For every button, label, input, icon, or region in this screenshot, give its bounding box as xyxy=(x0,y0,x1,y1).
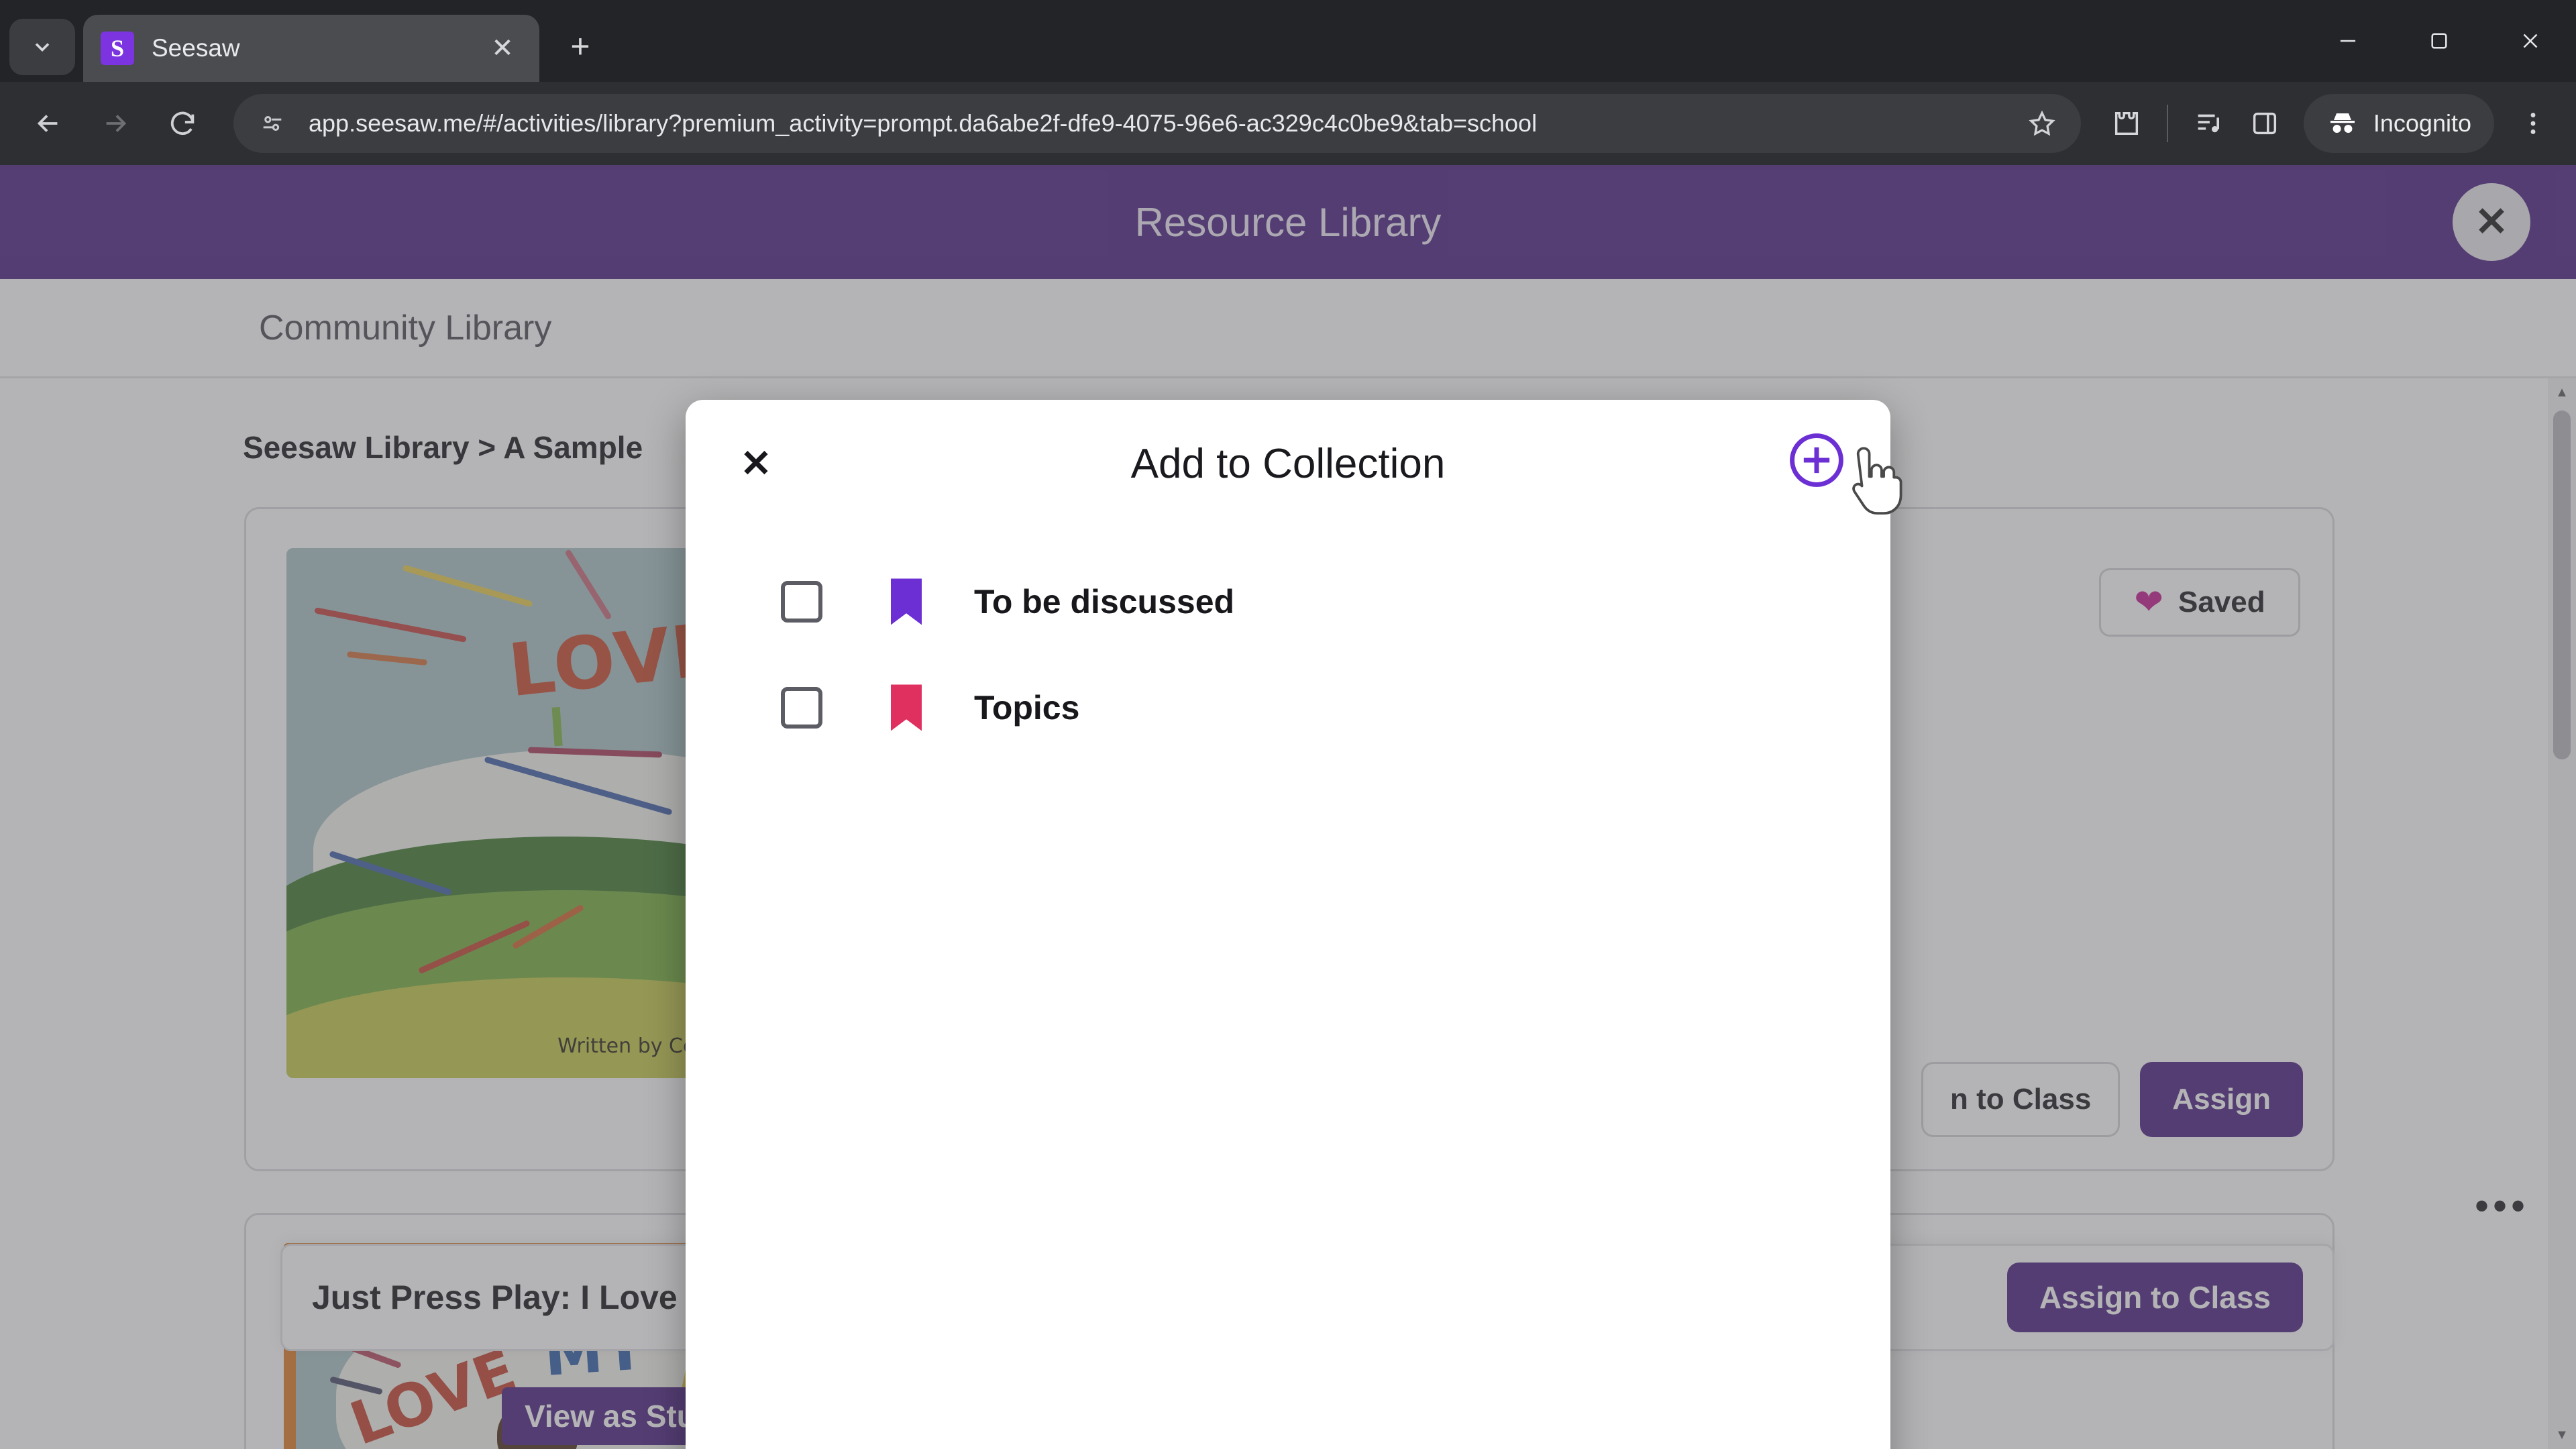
modal-title: Add to Collection xyxy=(1130,440,1446,487)
page-content: Resource Library ✕ Community Library See… xyxy=(0,165,2576,1449)
modal-close-button[interactable]: ✕ xyxy=(730,437,782,490)
media-control-icon xyxy=(2198,114,2219,133)
new-tab-button[interactable]: + xyxy=(554,20,606,72)
bookmark-button[interactable] xyxy=(2023,105,2061,142)
window-controls xyxy=(2302,0,2576,82)
tab-close-button[interactable]: ✕ xyxy=(483,29,522,68)
add-to-collection-modal: ✕ Add to Collection To be discussed Topi… xyxy=(686,400,1890,1449)
window-close-button[interactable] xyxy=(2485,0,2576,82)
collection-label: To be discussed xyxy=(974,583,1235,621)
list-item[interactable]: To be discussed xyxy=(686,549,1890,655)
collection-label: Topics xyxy=(974,689,1080,727)
reload-icon xyxy=(170,111,195,136)
incognito-indicator[interactable]: Incognito xyxy=(2303,94,2494,153)
bookmark-icon xyxy=(891,684,922,731)
address-bar[interactable]: app.seesaw.me/#/activities/library?premi… xyxy=(233,94,2081,153)
browser-window: S Seesaw ✕ + app.seesaw.me/#/activities/… xyxy=(0,0,2576,1449)
minimize-button[interactable] xyxy=(2302,0,2394,82)
modal-header: ✕ Add to Collection xyxy=(686,400,1890,527)
extensions-button[interactable] xyxy=(2098,95,2155,152)
browser-tab-seesaw[interactable]: S Seesaw ✕ xyxy=(83,15,539,82)
browser-toolbar: app.seesaw.me/#/activities/library?premi… xyxy=(0,82,2576,165)
tab-favicon: S xyxy=(101,32,134,65)
side-panel-icon xyxy=(2253,112,2276,135)
side-panel-button[interactable] xyxy=(2237,95,2293,152)
forward-button[interactable] xyxy=(82,90,149,157)
tab-title: Seesaw xyxy=(152,34,240,62)
maximize-icon xyxy=(2431,33,2447,49)
window-close-icon xyxy=(2523,34,2538,48)
toolbar-divider xyxy=(2166,105,2168,142)
tab-strip: S Seesaw ✕ + xyxy=(0,0,2576,82)
url-text: app.seesaw.me/#/activities/library?premi… xyxy=(309,109,1538,137)
extensions-icon xyxy=(2114,111,2138,136)
incognito-label: Incognito xyxy=(2373,109,2471,137)
three-dot-menu-icon xyxy=(2530,113,2536,134)
collection-checkbox[interactable] xyxy=(781,687,822,729)
media-control-button[interactable] xyxy=(2180,95,2237,152)
favicon-letter: S xyxy=(110,35,125,62)
incognito-icon xyxy=(2330,113,2355,133)
star-icon xyxy=(2029,110,2055,136)
collection-checkbox[interactable] xyxy=(781,581,822,623)
bookmark-icon xyxy=(891,578,922,625)
new-collection-button[interactable] xyxy=(1786,429,1847,491)
minimize-icon xyxy=(2340,40,2356,42)
chevron-down-icon xyxy=(35,43,50,52)
reload-button[interactable] xyxy=(149,90,216,157)
tab-search-button[interactable] xyxy=(9,19,75,75)
plus-circle-icon xyxy=(1790,433,1843,487)
back-arrow-icon xyxy=(37,115,58,132)
browser-menu-button[interactable] xyxy=(2505,95,2561,152)
forward-arrow-icon xyxy=(106,115,127,132)
collection-list: To be discussed Topics xyxy=(686,527,1890,761)
list-item[interactable]: Topics xyxy=(686,655,1890,761)
site-settings-button[interactable] xyxy=(254,105,291,142)
back-button[interactable] xyxy=(15,90,82,157)
maximize-button[interactable] xyxy=(2394,0,2485,82)
site-settings-icon xyxy=(263,116,282,131)
